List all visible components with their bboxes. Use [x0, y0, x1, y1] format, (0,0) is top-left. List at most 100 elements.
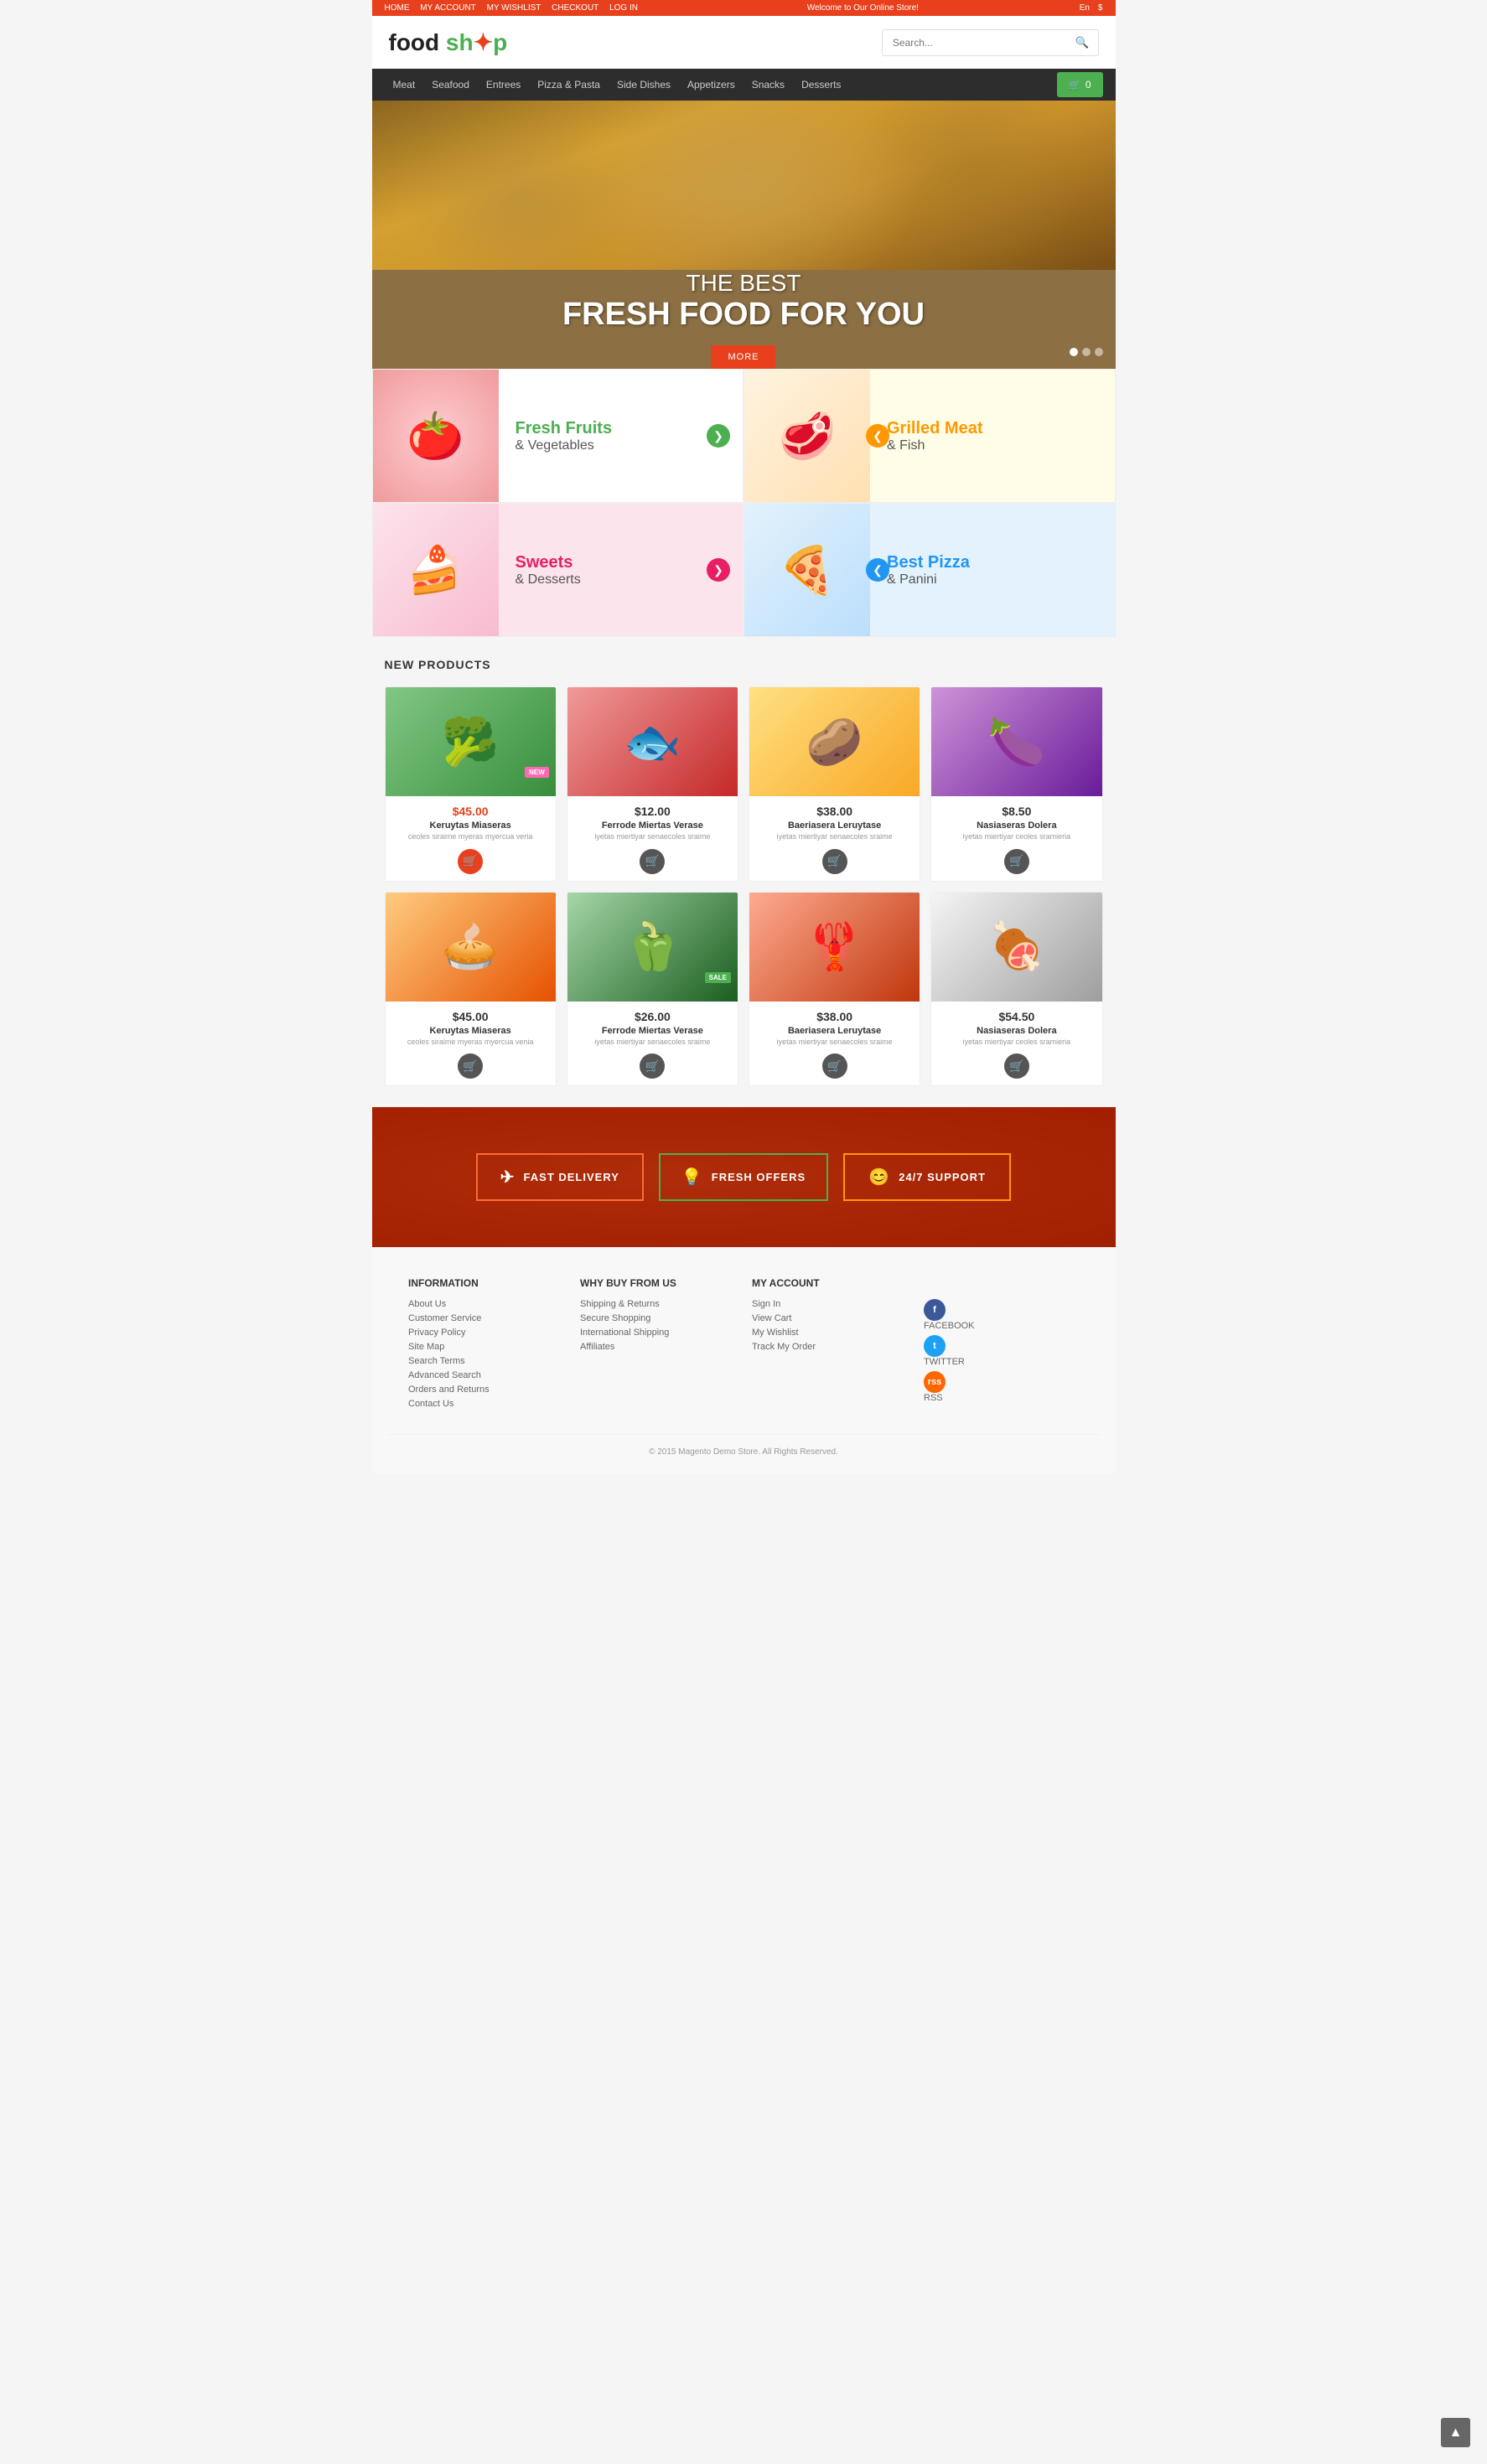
- product-info-6: $26.00 Ferrode Miertas Verase iyetas mie…: [567, 1002, 738, 1086]
- product-badge-1: NEW: [525, 767, 549, 778]
- twitter-icon: t: [924, 1335, 946, 1357]
- nav-pizza-pasta[interactable]: Pizza & Pasta: [529, 69, 609, 101]
- footer-twitter[interactable]: t TWITTER: [924, 1335, 1079, 1367]
- product-image-7: 🦞: [749, 893, 920, 1002]
- promo-fruits: 🍅 Fresh Fruits & Vegetables ❯: [372, 369, 744, 503]
- nav-checkout[interactable]: CHECKOUT: [552, 3, 598, 13]
- footer-social: f FACEBOOK t TWITTER rss RSS: [924, 1277, 1079, 1413]
- product-price-7: $38.00: [758, 1010, 911, 1023]
- promo-pizza-image: 🍕: [744, 503, 870, 637]
- welcome-text: Welcome to Our Online Store!: [807, 3, 919, 13]
- top-bar: HOME MY ACCOUNT MY WISHLIST CHECKOUT LOG…: [372, 0, 1116, 16]
- site-logo[interactable]: food sh✦p: [389, 28, 508, 56]
- footer-sitemap[interactable]: Site Map: [408, 1342, 563, 1352]
- hero-dot-1[interactable]: [1070, 348, 1078, 356]
- support-icon: 😊: [868, 1167, 890, 1188]
- support-button[interactable]: 😊 24/7 SUPPORT: [843, 1153, 1011, 1201]
- nav-desserts[interactable]: Desserts: [793, 69, 849, 101]
- product-name-7: Baeriasera Leruytase: [758, 1026, 911, 1036]
- footer-contact-us[interactable]: Contact Us: [408, 1399, 563, 1409]
- promo-row-2: 🍰 Sweets & Desserts ❯ 🍕 Best Pizza & Pan…: [372, 503, 1116, 637]
- add-to-cart-8[interactable]: 🛒: [1004, 1053, 1029, 1079]
- product-desc-3: iyetas miertiyar senaecoles sraime: [758, 832, 911, 842]
- product-card-3: 🥔 $38.00 Baeriasera Leruytase iyetas mie…: [749, 686, 920, 882]
- product-name-5: Keruytas Miaseras: [394, 1026, 547, 1036]
- add-to-cart-3[interactable]: 🛒: [822, 849, 847, 874]
- promo-pizza-text: Best Pizza & Panini: [870, 541, 1115, 600]
- nav-side-dishes[interactable]: Side Dishes: [609, 69, 679, 101]
- footer-customer-service[interactable]: Customer Service: [408, 1313, 563, 1323]
- promo-sweets-title: Sweets: [516, 553, 727, 572]
- add-to-cart-2[interactable]: 🛒: [640, 849, 665, 874]
- footer-my-wishlist[interactable]: My Wishlist: [752, 1328, 907, 1338]
- footer-rss[interactable]: rss RSS: [924, 1371, 1079, 1403]
- product-desc-2: iyetas miertiyar senaecoles sraime: [576, 832, 729, 842]
- nav-seafood[interactable]: Seafood: [423, 69, 478, 101]
- nav-login[interactable]: LOG IN: [609, 3, 638, 13]
- footer-secure-shopping[interactable]: Secure Shopping: [580, 1313, 735, 1323]
- product-price-5: $45.00: [394, 1010, 547, 1023]
- services-banner: ✈ FAST DELIVERY 💡 FRESH OFFERS 😊 24/7 SU…: [372, 1107, 1116, 1247]
- promo-pizza-title: Best Pizza: [887, 553, 1098, 572]
- product-info-1: $45.00 Keruytas Miaseras ceoles siraime …: [386, 796, 556, 881]
- nav-snacks[interactable]: Snacks: [744, 69, 793, 101]
- add-to-cart-1[interactable]: 🛒: [458, 849, 483, 874]
- promo-fruits-arrow[interactable]: ❯: [707, 424, 730, 448]
- promo-meat-title: Grilled Meat: [887, 419, 1098, 438]
- hero-dot-2[interactable]: [1082, 348, 1091, 356]
- promo-pizza-arrow[interactable]: ❮: [866, 558, 889, 582]
- hero-dot-3[interactable]: [1095, 348, 1103, 356]
- promo-sweets: 🍰 Sweets & Desserts ❯: [372, 503, 744, 637]
- product-card-2: 🐟 $12.00 Ferrode Miertas Verase iyetas m…: [567, 686, 738, 882]
- footer-international[interactable]: International Shipping: [580, 1328, 735, 1338]
- nav-appetizers[interactable]: Appetizers: [679, 69, 744, 101]
- product-name-6: Ferrode Miertas Verase: [576, 1026, 729, 1036]
- promo-meat-subtitle: & Fish: [887, 438, 1098, 453]
- search-input[interactable]: [883, 31, 1067, 54]
- nav-wishlist[interactable]: MY WISHLIST: [487, 3, 541, 13]
- fresh-offers-button[interactable]: 💡 FRESH OFFERS: [659, 1153, 828, 1201]
- footer-shipping[interactable]: Shipping & Returns: [580, 1299, 735, 1309]
- nav-meat[interactable]: Meat: [385, 69, 424, 101]
- nav-myaccount[interactable]: MY ACCOUNT: [420, 3, 476, 13]
- product-desc-5: ceoles siraime myeras myercua venia: [394, 1038, 547, 1048]
- product-desc-7: iyetas miertiyar senaecoles sraime: [758, 1038, 911, 1048]
- footer-view-cart[interactable]: View Cart: [752, 1313, 907, 1323]
- footer-advanced-search[interactable]: Advanced Search: [408, 1370, 563, 1380]
- footer-social-title: [924, 1277, 1079, 1289]
- footer-about[interactable]: About Us: [408, 1299, 563, 1309]
- promo-sweets-subtitle: & Desserts: [516, 572, 727, 588]
- promo-fruits-image: 🍅: [373, 369, 499, 503]
- promo-sweets-arrow[interactable]: ❯: [707, 558, 730, 582]
- add-to-cart-7[interactable]: 🛒: [822, 1053, 847, 1079]
- lang-selector[interactable]: En: [1080, 3, 1090, 13]
- product-price-4: $8.50: [940, 805, 1093, 818]
- footer-sign-in[interactable]: Sign In: [752, 1299, 907, 1309]
- footer-why-buy: WHY BUY FROM US Shipping & Returns Secur…: [580, 1277, 735, 1413]
- footer-search-terms[interactable]: Search Terms: [408, 1356, 563, 1366]
- footer-track-order[interactable]: Track My Order: [752, 1342, 907, 1352]
- fast-delivery-button[interactable]: ✈ FAST DELIVERY: [476, 1153, 644, 1201]
- new-products-section: NEW PRODUCTS 🥦 NEW $45.00 Keruytas Miase…: [372, 637, 1116, 1107]
- top-bar-nav: HOME MY ACCOUNT MY WISHLIST CHECKOUT LOG…: [385, 3, 646, 13]
- add-to-cart-6[interactable]: 🛒: [640, 1053, 665, 1079]
- promo-meat-arrow[interactable]: ❮: [866, 424, 889, 448]
- footer-privacy[interactable]: Privacy Policy: [408, 1328, 563, 1338]
- footer-orders-returns[interactable]: Orders and Returns: [408, 1385, 563, 1395]
- currency-selector[interactable]: $: [1098, 3, 1103, 13]
- cart-button[interactable]: 🛒 0: [1057, 72, 1103, 97]
- hero-more-button[interactable]: MORE: [711, 345, 775, 369]
- nav-entrees[interactable]: Entrees: [478, 69, 529, 101]
- search-button[interactable]: 🔍: [1067, 30, 1098, 55]
- footer-grid: INFORMATION About Us Customer Service Pr…: [408, 1277, 1079, 1413]
- product-image-4: 🍆: [931, 687, 1101, 796]
- product-price-6: $26.00: [576, 1010, 729, 1023]
- add-to-cart-5[interactable]: 🛒: [458, 1053, 483, 1079]
- scroll-top-button[interactable]: ▲: [1441, 2418, 1470, 2447]
- hero-line2: FRESH FOOD FOR YOU: [562, 297, 925, 333]
- footer-affiliates[interactable]: Affiliates: [580, 1342, 735, 1352]
- facebook-icon: f: [924, 1299, 946, 1321]
- nav-home[interactable]: HOME: [385, 3, 410, 13]
- footer-facebook[interactable]: f FACEBOOK: [924, 1299, 1079, 1331]
- add-to-cart-4[interactable]: 🛒: [1004, 849, 1029, 874]
